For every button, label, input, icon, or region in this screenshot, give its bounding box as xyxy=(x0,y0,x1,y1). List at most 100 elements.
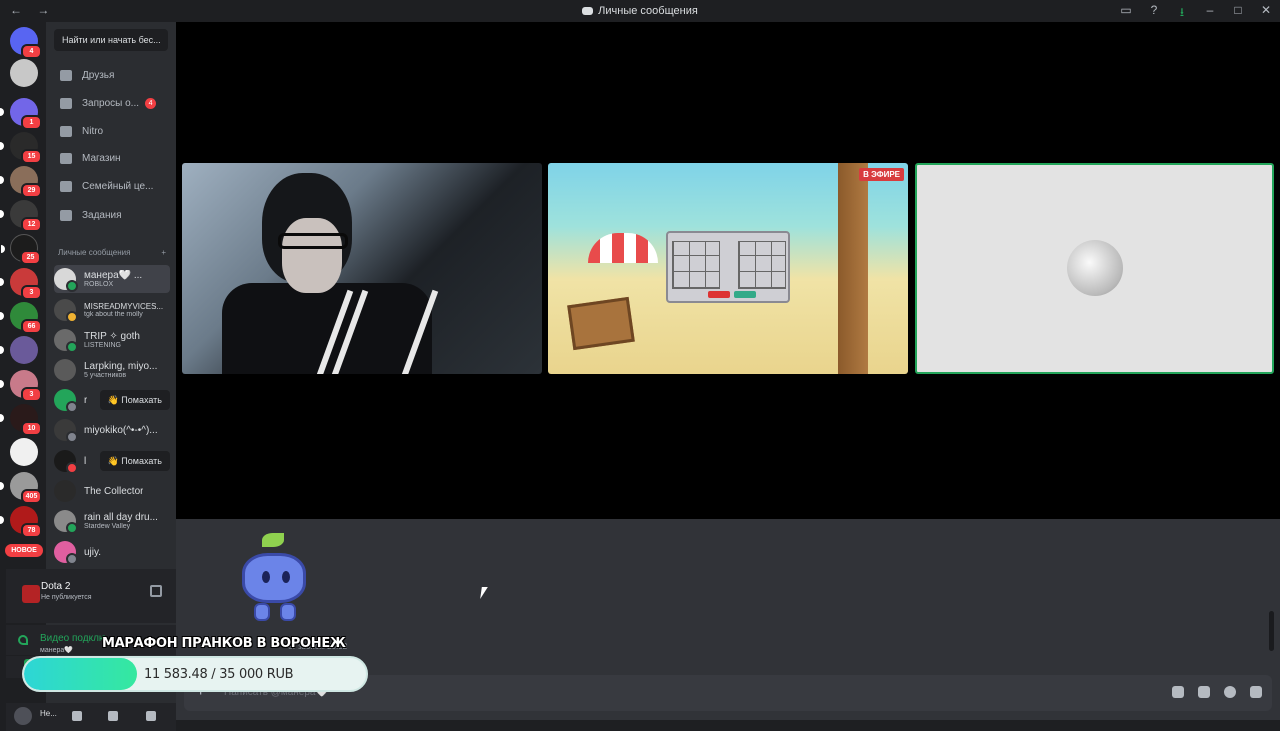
sticker-part xyxy=(280,603,296,621)
unread-indicator xyxy=(0,142,4,150)
avatar xyxy=(54,389,78,413)
nav-quests[interactable]: Задания xyxy=(52,202,170,228)
minimize-icon[interactable]: – xyxy=(1202,3,1218,24)
unread-indicator xyxy=(0,278,4,286)
guild-item[interactable]: 10 xyxy=(0,404,42,436)
emoji-icon[interactable] xyxy=(1224,686,1236,698)
nav-label: Запросы о... xyxy=(82,97,140,109)
nav-family-center[interactable]: Семейный це... xyxy=(52,173,170,199)
wave-button[interactable]: 👋 Помахать xyxy=(99,390,170,410)
gift-icon[interactable] xyxy=(1172,686,1184,698)
shop-icon xyxy=(60,152,72,164)
unread-indicator xyxy=(0,312,4,320)
sticker-part xyxy=(262,533,284,547)
nav-nitro[interactable]: Nitro xyxy=(52,118,170,144)
dm-activity: ROBLOX xyxy=(84,281,114,288)
gif-icon[interactable] xyxy=(1198,686,1210,698)
video-tile-camera[interactable] xyxy=(182,163,542,374)
guild-item[interactable]: 1 xyxy=(0,98,42,130)
guild-badge: 12 xyxy=(21,217,42,232)
nav-label: Друзья xyxy=(82,69,115,81)
guild-item[interactable]: 29 xyxy=(0,166,42,198)
guild-badge: 3 xyxy=(21,285,42,300)
avatar[interactable] xyxy=(14,707,32,725)
progress-text: 11 583.48 / 35 000 RUB xyxy=(144,667,294,682)
activity-panel: Dota 2 Не публикуется xyxy=(6,569,176,623)
screen-share-icon[interactable] xyxy=(150,585,162,597)
dm-item[interactable]: l 👋 Помахать xyxy=(54,447,170,475)
discord-icon xyxy=(582,7,594,15)
dm-item[interactable]: Larpking, miyo... 5 участников xyxy=(54,356,170,384)
apps-icon[interactable] xyxy=(1250,686,1262,698)
help-icon[interactable]: ? xyxy=(1146,3,1162,24)
stream-frame xyxy=(666,231,790,303)
unread-indicator xyxy=(1,245,5,253)
stream-frame xyxy=(734,291,756,298)
unread-indicator xyxy=(0,516,4,524)
dm-item[interactable]: miyokiko(^•-•^)... xyxy=(54,416,170,444)
voice-channel-name: манера🤍 xyxy=(40,647,73,654)
guild-item[interactable]: 3 xyxy=(0,370,42,402)
nav-shop[interactable]: Магазин xyxy=(52,145,170,171)
download-icon[interactable]: ⭳ xyxy=(1174,3,1190,24)
status-indicator xyxy=(66,522,78,534)
home-button[interactable]: 4 xyxy=(10,27,42,59)
guild-item[interactable] xyxy=(10,59,38,87)
dm-name: r xyxy=(84,394,88,406)
search-input[interactable]: Найти или начать бес... xyxy=(54,29,168,51)
guild-badge: 29 xyxy=(21,183,42,198)
friends-icon xyxy=(60,69,72,81)
dm-item[interactable]: ujiy. xyxy=(54,538,170,566)
status-indicator xyxy=(66,341,78,353)
dm-name: miyokiko(^•-•^)... xyxy=(84,424,158,436)
dm-item[interactable]: rain all day dru... Stardew Valley xyxy=(54,507,170,535)
guild-item[interactable] xyxy=(0,336,38,364)
inbox-icon[interactable]: ▭ xyxy=(1118,3,1134,24)
guild-item[interactable]: 25 xyxy=(1,234,41,265)
guild-badge: 405 xyxy=(21,489,42,504)
guild-item[interactable]: 3 xyxy=(0,268,42,300)
dm-name: ujiy. xyxy=(84,546,102,558)
dm-item[interactable]: r 👋 Помахать xyxy=(54,386,170,414)
stream-frame xyxy=(672,241,720,289)
nav-label: Задания xyxy=(82,209,122,221)
guild-badge: 25 xyxy=(20,250,41,265)
close-icon[interactable]: ✕ xyxy=(1258,3,1274,24)
window-title: Личные сообщения xyxy=(0,5,1280,17)
stream-frame xyxy=(738,241,786,289)
maximize-icon[interactable]: □ xyxy=(1230,3,1246,24)
dm-item[interactable]: TRIP ✧ goth LISTENING xyxy=(54,326,170,354)
status-indicator xyxy=(66,462,78,474)
guild-item[interactable] xyxy=(10,438,38,466)
avatar xyxy=(54,268,78,292)
dm-item[interactable]: манера🤍 ... ROBLOX xyxy=(54,265,170,293)
dm-name: l xyxy=(84,455,87,467)
status-indicator xyxy=(66,401,78,413)
scrollbar[interactable] xyxy=(1269,611,1274,651)
wave-button[interactable]: 👋 Помахать xyxy=(99,451,170,471)
wumpus-sticker xyxy=(232,533,316,623)
status-indicator xyxy=(66,311,78,323)
dm-item[interactable]: MISREADMYVICES... tgk about the molly xyxy=(54,296,170,324)
dm-header-label: Личные сообщения xyxy=(58,248,131,257)
new-unreads-pill[interactable]: НОВОЕ xyxy=(5,544,43,557)
voice-status-text: Видео подклю xyxy=(40,633,107,644)
dm-item[interactable]: The Collector xyxy=(54,477,170,505)
guild-item[interactable]: 405 xyxy=(0,472,42,504)
create-dm-button[interactable]: + xyxy=(161,248,166,257)
guild-item[interactable]: 66 xyxy=(0,302,42,334)
stream-frame xyxy=(588,233,658,263)
nav-message-requests[interactable]: Запросы о... 4 xyxy=(52,90,170,116)
guild-item[interactable]: 12 xyxy=(0,200,42,232)
stream-frame xyxy=(838,163,868,374)
dm-name: The Collector xyxy=(84,485,144,497)
video-tile-stream[interactable]: В ЭФИРЕ xyxy=(548,163,908,374)
guild-item[interactable]: 15 xyxy=(0,132,42,164)
nav-friends[interactable]: Друзья xyxy=(52,62,170,88)
guild-item[interactable]: 78 xyxy=(0,506,42,538)
dm-activity: tgk about the molly xyxy=(84,311,143,318)
video-frame xyxy=(278,233,348,249)
video-tile-participant[interactable] xyxy=(915,163,1274,374)
avatar xyxy=(54,450,78,474)
sticker-part xyxy=(282,571,290,583)
